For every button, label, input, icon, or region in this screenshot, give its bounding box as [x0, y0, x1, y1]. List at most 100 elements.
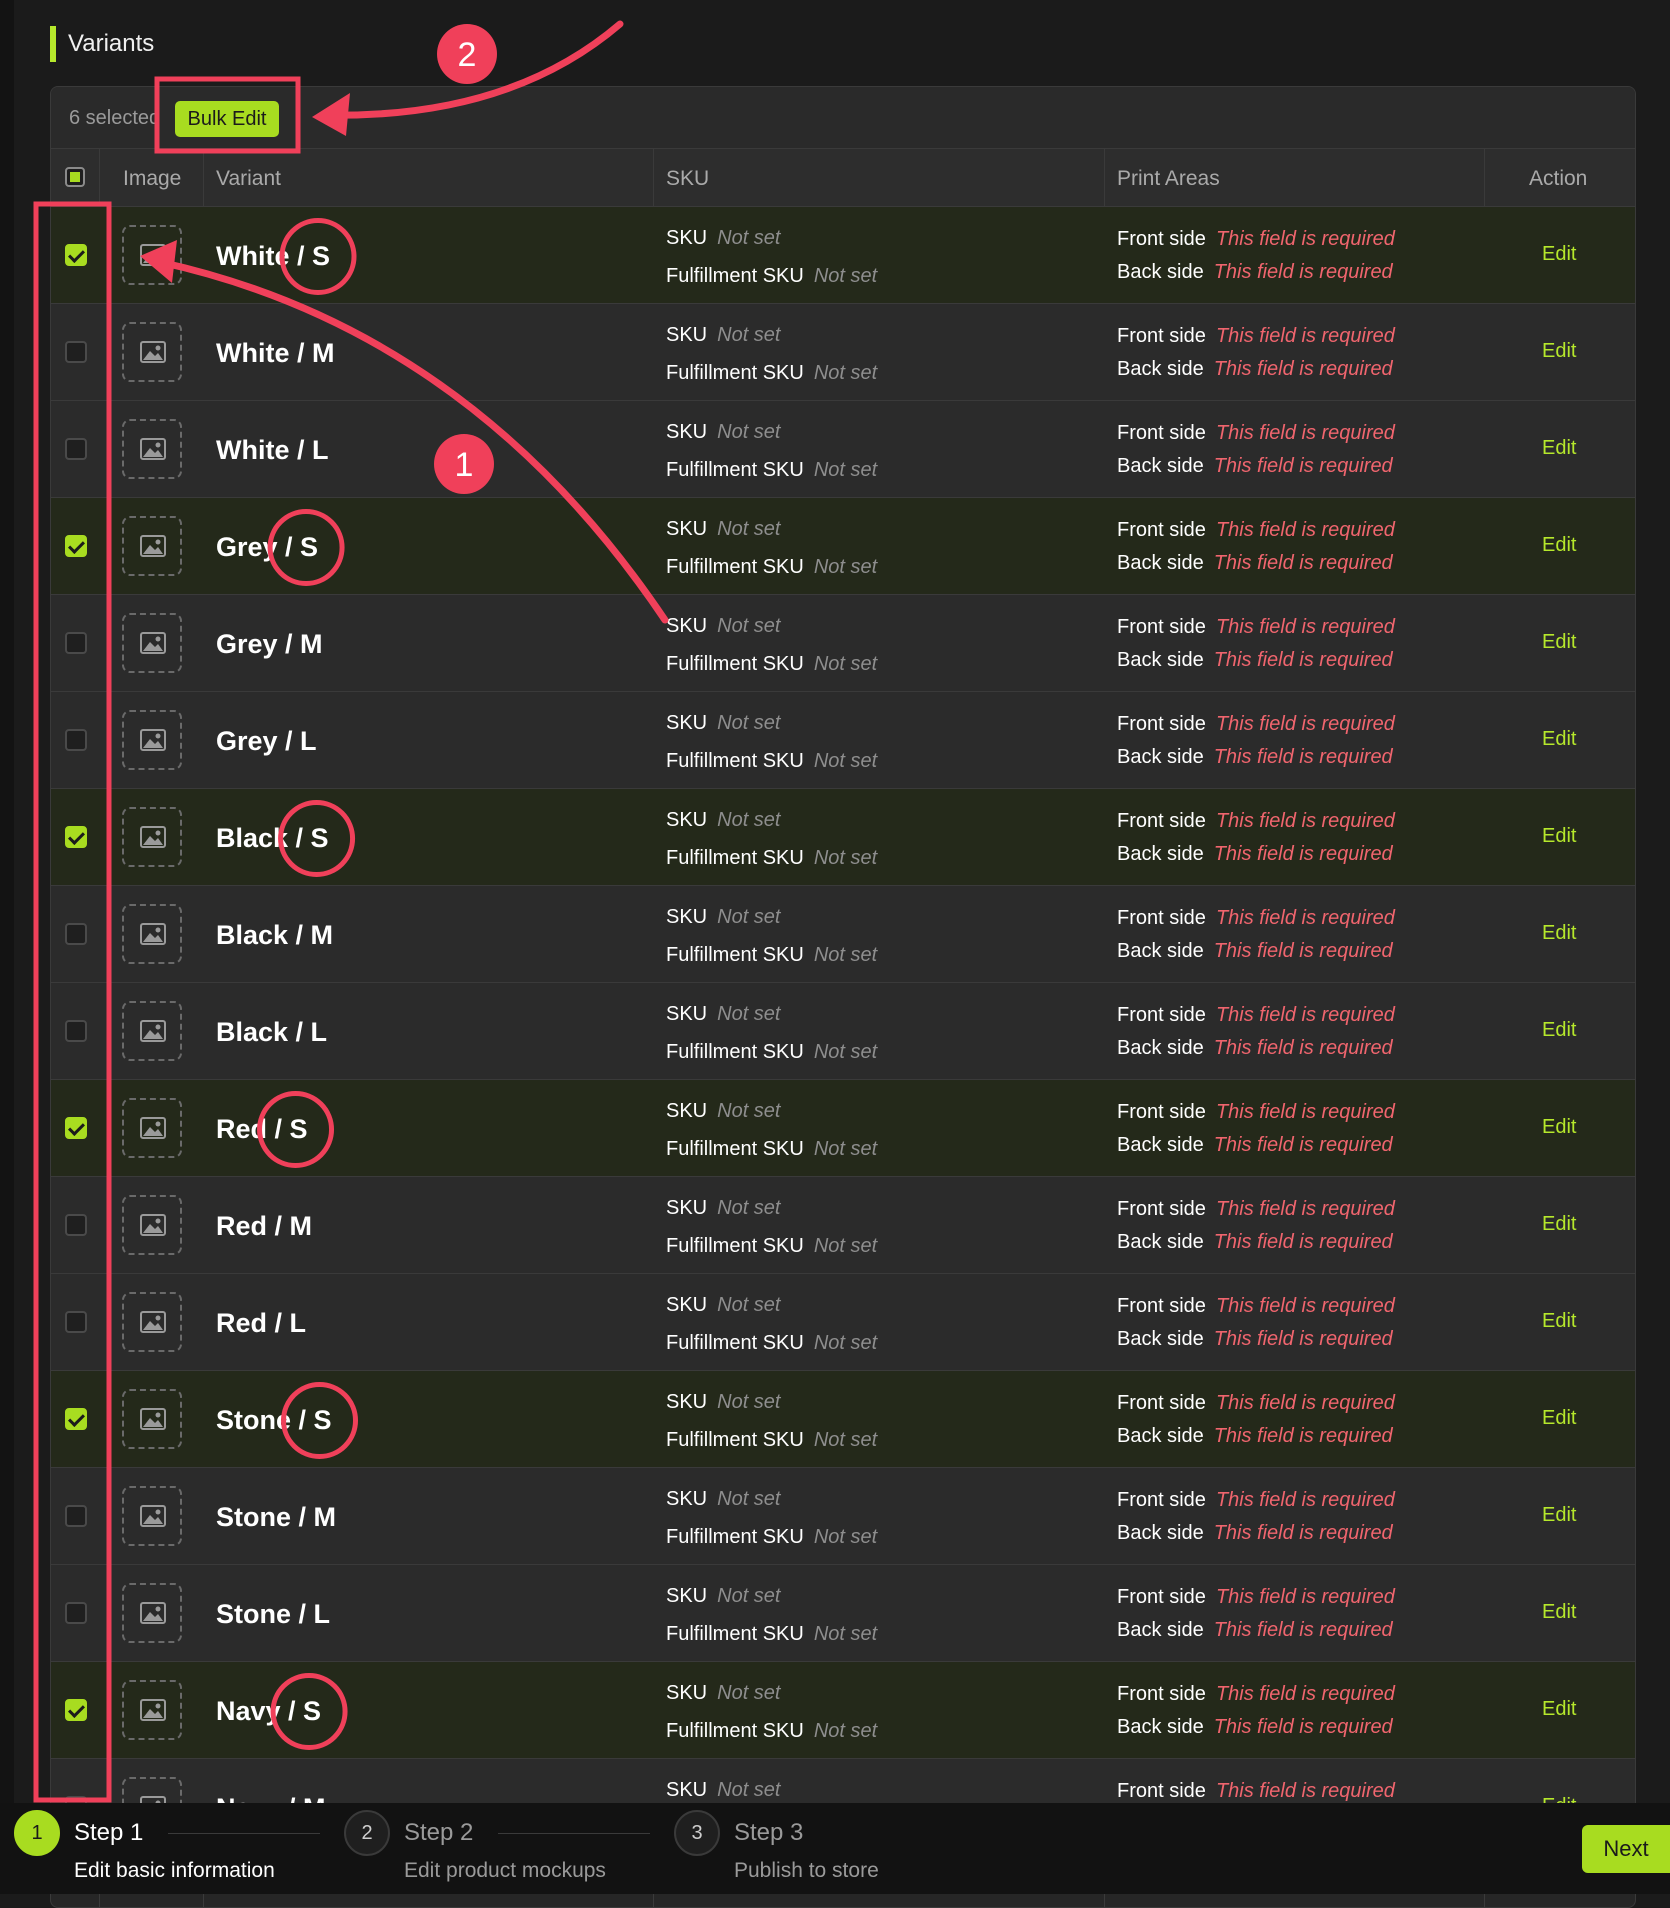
sku-label: SKU	[666, 906, 708, 928]
front-side-label: Front side	[1117, 1392, 1206, 1414]
front-side-label: Front side	[1117, 519, 1206, 541]
row-checkbox[interactable]	[65, 1699, 87, 1721]
step-3-indicator[interactable]: 3	[674, 1810, 720, 1856]
back-side-field: Back side This field is required	[1117, 940, 1393, 963]
back-side-field: Back side This field is required	[1117, 1328, 1393, 1351]
variant-image-placeholder[interactable]	[122, 1680, 182, 1740]
variant-image-placeholder[interactable]	[122, 322, 182, 382]
back-side-error: This field is required	[1213, 1328, 1393, 1350]
edit-link[interactable]: Edit	[1542, 1504, 1576, 1527]
edit-link[interactable]: Edit	[1542, 631, 1576, 654]
row-checkbox[interactable]	[65, 1505, 87, 1527]
step-2-title[interactable]: Step 2	[404, 1819, 473, 1847]
fulfillment-sku-value: Not set	[813, 1720, 878, 1742]
row-checkbox[interactable]	[65, 1408, 87, 1430]
variant-image-placeholder[interactable]	[122, 710, 182, 770]
variant-image-placeholder[interactable]	[122, 1292, 182, 1352]
row-checkbox[interactable]	[65, 341, 87, 363]
row-checkbox[interactable]	[65, 632, 87, 654]
row-checkbox[interactable]	[65, 1117, 87, 1139]
variant-image-placeholder[interactable]	[122, 1098, 182, 1158]
back-side-field: Back side This field is required	[1117, 843, 1393, 866]
row-checkbox[interactable]	[65, 244, 87, 266]
front-side-error: This field is required	[1215, 1586, 1395, 1608]
back-side-error: This field is required	[1213, 1134, 1393, 1156]
edit-link[interactable]: Edit	[1542, 825, 1576, 848]
edit-link[interactable]: Edit	[1542, 1213, 1576, 1236]
edit-link[interactable]: Edit	[1542, 1407, 1576, 1430]
step-3-title[interactable]: Step 3	[734, 1819, 803, 1847]
variant-name: White / S	[216, 241, 330, 271]
sku-field: SKU Not set	[666, 1100, 780, 1123]
edit-link[interactable]: Edit	[1542, 1601, 1576, 1624]
edit-link[interactable]: Edit	[1542, 437, 1576, 460]
sku-value: Not set	[717, 1197, 781, 1219]
variant-image-placeholder[interactable]	[122, 419, 182, 479]
variant-image-placeholder[interactable]	[122, 1389, 182, 1449]
row-checkbox[interactable]	[65, 1020, 87, 1042]
front-side-error: This field is required	[1215, 228, 1395, 250]
fulfillment-sku-label: Fulfillment SKU	[666, 1526, 804, 1548]
row-checkbox[interactable]	[65, 1214, 87, 1236]
sku-field: SKU Not set	[666, 1488, 780, 1511]
bulk-edit-button[interactable]: Bulk Edit	[175, 101, 279, 137]
variant-image-placeholder[interactable]	[122, 613, 182, 673]
variant-image-placeholder[interactable]	[122, 1001, 182, 1061]
front-side-field: Front side This field is required	[1117, 1780, 1395, 1803]
edit-link[interactable]: Edit	[1542, 728, 1576, 751]
row-checkbox[interactable]	[65, 826, 87, 848]
variant-image-placeholder[interactable]	[122, 1486, 182, 1546]
edit-link[interactable]: Edit	[1542, 534, 1576, 557]
edit-link[interactable]: Edit	[1542, 243, 1576, 266]
step-1-indicator[interactable]: 1	[14, 1810, 60, 1856]
step-connector	[168, 1833, 320, 1834]
sku-field: SKU Not set	[666, 324, 780, 347]
row-checkbox[interactable]	[65, 535, 87, 557]
variant-image-placeholder[interactable]	[122, 807, 182, 867]
edit-link[interactable]: Edit	[1542, 1019, 1576, 1042]
row-checkbox[interactable]	[65, 1311, 87, 1333]
front-side-label: Front side	[1117, 1489, 1206, 1511]
step-1-title[interactable]: Step 1	[74, 1819, 143, 1847]
row-checkbox[interactable]	[65, 438, 87, 460]
variant-image-placeholder[interactable]	[122, 1583, 182, 1643]
variant-image-placeholder[interactable]	[122, 904, 182, 964]
fulfillment-sku-value: Not set	[813, 265, 878, 287]
row-checkbox[interactable]	[65, 1602, 87, 1624]
step-2-indicator[interactable]: 2	[344, 1810, 390, 1856]
back-side-label: Back side	[1117, 843, 1204, 865]
variant-name: Red / S	[216, 1114, 308, 1144]
page-edge	[0, 0, 14, 1894]
edit-link[interactable]: Edit	[1542, 340, 1576, 363]
select-all-checkbox[interactable]	[65, 167, 85, 187]
back-side-error: This field is required	[1213, 1522, 1393, 1544]
sku-value: Not set	[717, 1682, 781, 1704]
variant-name: Black / M	[216, 920, 334, 950]
variant-image-placeholder[interactable]	[122, 225, 182, 285]
next-button[interactable]: Next	[1582, 1825, 1670, 1873]
front-side-error: This field is required	[1215, 1004, 1395, 1026]
fulfillment-sku-field: Fulfillment SKU Not set	[666, 265, 877, 288]
front-side-error: This field is required	[1215, 1295, 1395, 1317]
back-side-label: Back side	[1117, 261, 1204, 283]
front-side-field: Front side This field is required	[1117, 1489, 1395, 1512]
fulfillment-sku-label: Fulfillment SKU	[666, 1332, 804, 1354]
fulfillment-sku-value: Not set	[813, 653, 878, 675]
variant-image-placeholder[interactable]	[122, 516, 182, 576]
edit-link[interactable]: Edit	[1542, 1310, 1576, 1333]
variant-name: Stone / M	[216, 1502, 336, 1532]
sku-field: SKU Not set	[666, 1197, 780, 1220]
back-side-field: Back side This field is required	[1117, 261, 1393, 284]
edit-link[interactable]: Edit	[1542, 922, 1576, 945]
front-side-label: Front side	[1117, 1295, 1206, 1317]
back-side-label: Back side	[1117, 1522, 1204, 1544]
row-checkbox[interactable]	[65, 923, 87, 945]
sku-value: Not set	[717, 712, 781, 734]
row-checkbox[interactable]	[65, 729, 87, 751]
fulfillment-sku-label: Fulfillment SKU	[666, 265, 804, 287]
variant-image-placeholder[interactable]	[122, 1195, 182, 1255]
back-side-label: Back side	[1117, 552, 1204, 574]
edit-link[interactable]: Edit	[1542, 1116, 1576, 1139]
edit-link[interactable]: Edit	[1542, 1698, 1576, 1721]
back-side-error: This field is required	[1213, 843, 1393, 865]
